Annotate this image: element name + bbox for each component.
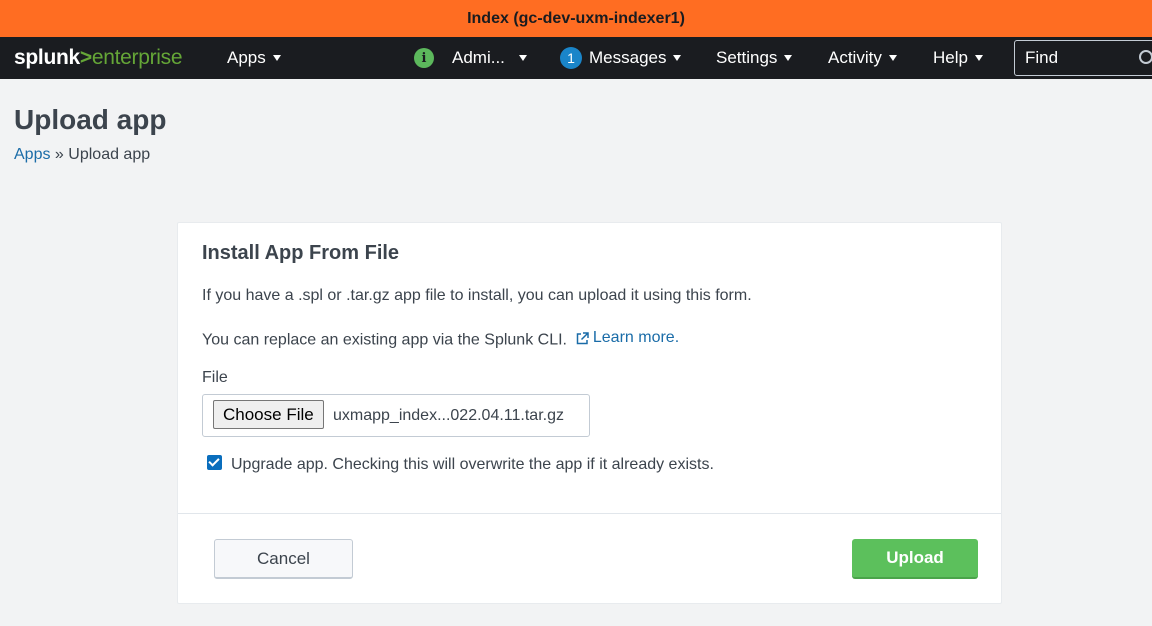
find-input[interactable] — [1015, 41, 1135, 75]
apps-menu[interactable]: Apps — [227, 37, 281, 79]
cli-text-line: You can replace an existing app via the … — [202, 329, 679, 350]
chevron-down-icon — [784, 55, 793, 61]
external-link-icon — [576, 331, 589, 344]
selected-file-name: uxmapp_index...022.04.11.tar.gz — [333, 407, 564, 424]
chevron-down-icon — [974, 55, 983, 61]
breadcrumb-apps-link[interactable]: Apps — [14, 146, 50, 163]
panel-title: Install App From File — [202, 242, 400, 264]
settings-menu[interactable]: Settings — [716, 37, 793, 79]
info-indicator[interactable]: i — [414, 37, 434, 79]
chevron-down-icon — [673, 55, 682, 61]
splunk-logo[interactable]: splunk > enterprise — [14, 37, 183, 79]
messages-menu[interactable]: 1 Messages — [560, 37, 682, 79]
choose-file-button[interactable]: Choose File — [213, 400, 324, 429]
page-title: Upload app — [14, 104, 167, 135]
install-app-panel: Install App From File If you have a .spl… — [177, 222, 1002, 604]
upgrade-app-label[interactable]: Upgrade app. Checking this will overwrit… — [231, 456, 714, 474]
search-icon[interactable] — [1139, 50, 1152, 64]
admin-menu[interactable]: Admi... — [452, 37, 527, 79]
environment-banner: Index (gc-dev-uxm-indexer1) — [0, 0, 1152, 37]
chevron-down-icon — [272, 55, 281, 61]
upload-button[interactable]: Upload — [852, 539, 978, 579]
file-label: File — [202, 369, 228, 386]
breadcrumb-current: Upload app — [68, 146, 151, 163]
help-menu[interactable]: Help — [933, 37, 983, 79]
learn-more-link[interactable]: Learn more. — [576, 329, 679, 347]
info-icon: i — [414, 48, 434, 68]
upgrade-app-checkbox[interactable] — [207, 455, 222, 470]
messages-count-badge: 1 — [560, 47, 582, 69]
intro-text: If you have a .spl or .tar.gz app file t… — [202, 287, 752, 304]
top-navbar: splunk > enterprise Apps i Admi... 1 Messag… — [0, 37, 1152, 79]
cancel-button[interactable]: Cancel — [214, 539, 353, 579]
breadcrumb: Apps » Upload app — [14, 146, 150, 164]
file-input[interactable]: Choose File uxmapp_index...022.04.11.tar… — [202, 394, 590, 437]
chevron-down-icon — [518, 55, 527, 61]
find-box — [1014, 40, 1152, 76]
activity-menu[interactable]: Activity — [828, 37, 897, 79]
banner-title: Index (gc-dev-uxm-indexer1) — [467, 9, 685, 27]
cli-text: You can replace an existing app via the … — [202, 331, 567, 349]
breadcrumb-separator: » — [54, 146, 64, 163]
panel-divider — [178, 513, 1001, 514]
chevron-down-icon — [888, 55, 897, 61]
